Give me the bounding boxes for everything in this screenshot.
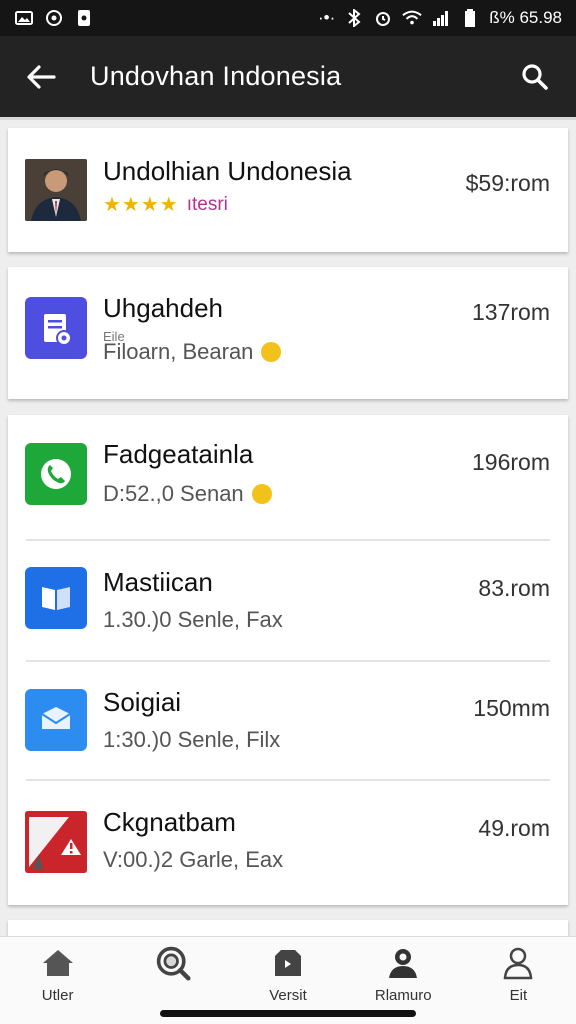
divider bbox=[26, 660, 550, 662]
coin-icon bbox=[261, 342, 282, 362]
item-size: 150mm bbox=[473, 695, 550, 721]
list-card: Fadgeatainla D:52.,0 Senan 196rom Mastii… bbox=[8, 415, 568, 905]
rating-text: ıtesri bbox=[186, 193, 228, 215]
book-icon bbox=[25, 567, 87, 629]
item-size: 196rom bbox=[472, 449, 550, 475]
item-name: Undolhian Undonesia bbox=[103, 156, 352, 186]
item-name: Mastiican bbox=[103, 567, 213, 597]
warning-icon bbox=[25, 811, 87, 873]
search-icon bbox=[522, 63, 548, 90]
nav-label: Rlamuro bbox=[374, 987, 432, 1004]
search-icon bbox=[155, 945, 191, 981]
list-item[interactable]: Undolhian Undonesia ★★★★ ıtesri $59:rom bbox=[8, 128, 568, 252]
star-rating-icon: ★★★★ bbox=[103, 194, 179, 216]
document-icon bbox=[25, 297, 87, 359]
gallery-icon bbox=[14, 9, 34, 27]
lock-icon bbox=[74, 9, 94, 27]
item-name: Uhgahdeh bbox=[103, 293, 223, 323]
item-size: 49.rom bbox=[478, 815, 550, 841]
item-subtitle-text: D:52.,0 Senan bbox=[103, 481, 244, 506]
home-indicator[interactable] bbox=[160, 1010, 416, 1017]
item-subtitle: Filoarn, Bearan bbox=[103, 339, 282, 365]
profile-photo bbox=[25, 159, 87, 221]
shop-icon bbox=[270, 945, 306, 981]
item-name: Fadgeatainla bbox=[103, 439, 254, 469]
list-item[interactable]: Ckgnatbam V:00.)2 Garle, Eax 49.rom bbox=[8, 781, 568, 905]
nav-label: Eit bbox=[509, 987, 528, 1004]
item-size: 83.rom bbox=[478, 575, 550, 601]
battery-icon bbox=[460, 9, 480, 27]
item-subtitle-text: 1.30.)0 Senle, Fax bbox=[103, 607, 283, 632]
list-item[interactable]: Mastiican 1.30.)0 Senle, Fax 83.rom bbox=[8, 541, 568, 661]
battery-text: ß% 65.98 bbox=[489, 8, 562, 27]
list-card: Undolhian Undonesia ★★★★ ıtesri $59:rom bbox=[8, 128, 568, 252]
phone-icon bbox=[25, 443, 87, 505]
item-rating: ★★★★ ıtesri bbox=[103, 192, 228, 217]
item-subtitle: 1.30.)0 Senle, Fax bbox=[103, 607, 283, 633]
user-search-icon bbox=[385, 945, 421, 981]
item-subtitle: 1:30.)0 Senle, Filx bbox=[103, 727, 280, 753]
back-arrow-icon bbox=[27, 64, 56, 89]
status-bar: ·•· ß% 65.98 bbox=[0, 0, 576, 36]
page-title: Undovhan Indonesia bbox=[90, 61, 342, 91]
list-item[interactable]: Soigiai 1:30.)0 Senle, Filx 150mm bbox=[8, 663, 568, 781]
alarm-icon bbox=[373, 9, 393, 27]
item-subtitle-text: Filoarn, Bearan bbox=[103, 339, 254, 364]
item-subtitle-text: 1:30.)0 Senle, Filx bbox=[103, 727, 281, 752]
messenger-icon bbox=[44, 9, 64, 27]
item-size: 137rom bbox=[472, 299, 550, 325]
back-button[interactable] bbox=[18, 54, 64, 100]
nav-label: Versit bbox=[269, 987, 307, 1004]
list-card: Uhgahdeh Eile Filoarn, Bearan 137rom bbox=[8, 267, 568, 399]
item-size: $59:rom bbox=[465, 170, 550, 196]
item-subtitle: D:52.,0 Senan bbox=[103, 481, 272, 507]
signal-icon bbox=[431, 9, 451, 27]
item-subtitle-text: V:00.)2 Garle, Eax bbox=[103, 847, 284, 872]
status-dots: ·•· bbox=[317, 8, 336, 27]
wifi-icon bbox=[402, 9, 422, 27]
item-name: Ckgnatbam bbox=[103, 807, 236, 837]
coin-icon bbox=[251, 484, 272, 504]
list-item[interactable]: Uhgahdeh Eile Filoarn, Bearan 137rom bbox=[8, 267, 568, 399]
item-name: Soigiai bbox=[103, 687, 182, 717]
mail-icon bbox=[25, 689, 87, 751]
home-icon bbox=[40, 945, 76, 981]
person-icon bbox=[500, 945, 536, 981]
list-item[interactable]: Fadgeatainla D:52.,0 Senan 196rom bbox=[8, 415, 568, 541]
app-bar: Undovhan Indonesia bbox=[0, 36, 576, 120]
search-button[interactable] bbox=[512, 54, 558, 100]
item-subtitle: V:00.)2 Garle, Eax bbox=[103, 847, 283, 873]
nav-item-home[interactable]: Utler bbox=[0, 937, 115, 1024]
bluetooth-icon bbox=[344, 9, 364, 27]
nav-item-eit[interactable]: Eit bbox=[461, 937, 576, 1024]
nav-label: Utler bbox=[41, 987, 74, 1004]
